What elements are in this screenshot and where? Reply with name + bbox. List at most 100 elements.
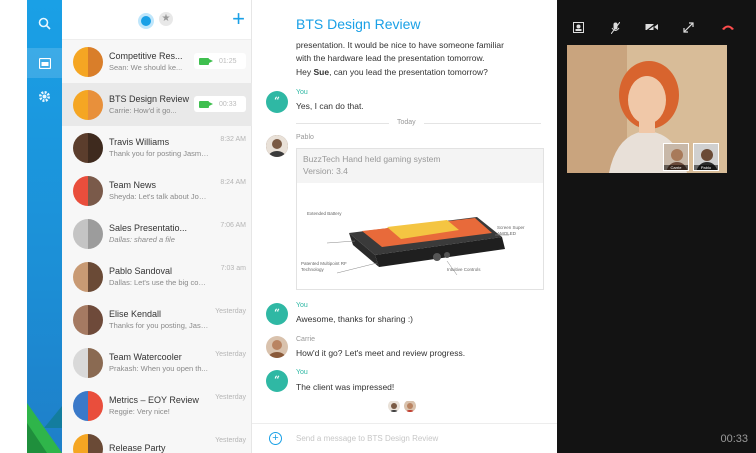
message-text: How'd it go? Let's meet and review progr… bbox=[296, 348, 466, 358]
conversation-title: Release Party bbox=[109, 442, 166, 453]
participant-thumbnail[interactable]: Carrie bbox=[663, 143, 689, 171]
avatar bbox=[73, 347, 103, 378]
conversation-preview: Dallas: shared a file bbox=[109, 235, 175, 244]
callout-label: Patented Multipoint RF Technology bbox=[301, 261, 347, 272]
avatar bbox=[73, 304, 103, 335]
avatar bbox=[266, 336, 288, 358]
conversation-item[interactable]: Metrics – EOY Review Reggie: Very nice! Ye… bbox=[62, 384, 252, 427]
message-text: with the hardware lead the presentation … bbox=[296, 53, 485, 63]
conversation-preview: Thank you for posting Jasmine. bbox=[109, 149, 209, 158]
conversation-item[interactable]: Pablo Sandoval Dallas: Let's use the big … bbox=[62, 255, 252, 298]
avatar bbox=[73, 433, 103, 453]
fullscreen-icon[interactable] bbox=[683, 22, 694, 36]
conversation-time: 7:03 am bbox=[220, 265, 246, 272]
sender-name: You bbox=[296, 369, 308, 376]
call-duration: 01:25 bbox=[219, 57, 237, 65]
active-call-chip[interactable]: 01:25 bbox=[194, 53, 246, 69]
conversation-time: Yesterday bbox=[215, 351, 246, 358]
quote-icon: “ bbox=[266, 370, 288, 392]
conversation-title: Team Watercooler bbox=[109, 352, 182, 362]
active-call-chip[interactable]: 00:33 bbox=[194, 96, 246, 112]
conversation-title: Elise Kendall bbox=[109, 309, 162, 319]
conversation-item[interactable]: Release Party Yesterday bbox=[62, 427, 252, 453]
file-version: Version: 3.4 bbox=[303, 166, 348, 176]
conversation-title: Metrics – EOY Review bbox=[109, 395, 199, 405]
sender-name: You bbox=[296, 302, 308, 309]
message-text: The client was impressed! bbox=[296, 382, 395, 392]
conversation-time: Yesterday bbox=[215, 308, 246, 315]
list-header: ★ + bbox=[62, 0, 251, 40]
conversation-preview: Reggie: Very nice! bbox=[109, 407, 170, 416]
conversation-item[interactable]: Competitive Res... Sean: We should ke... 0… bbox=[62, 40, 252, 83]
conversation-time: 8:24 AM bbox=[220, 179, 246, 186]
message-composer: + Send a message to BTS Design Review bbox=[252, 423, 557, 453]
video-call-panel: Carrie Pablo 00:33 bbox=[557, 0, 756, 453]
avatar bbox=[73, 261, 103, 292]
brand-graphic bbox=[27, 383, 62, 453]
sender-name: Carrie bbox=[296, 336, 316, 343]
star-icon[interactable]: ★ bbox=[159, 12, 173, 26]
call-timer: 00:33 bbox=[720, 433, 748, 445]
settings-icon[interactable] bbox=[27, 81, 62, 111]
left-margin bbox=[0, 0, 27, 453]
participant-thumbnail[interactable]: Pablo bbox=[693, 143, 719, 171]
file-preview-header: BuzzTech Hand held gaming system Version… bbox=[297, 149, 543, 183]
date-divider-label: Today bbox=[389, 119, 424, 126]
avatar bbox=[73, 46, 103, 77]
main-video-feed: Carrie Pablo bbox=[567, 45, 727, 173]
file-preview-card[interactable]: BuzzTech Hand held gaming system Version… bbox=[296, 148, 544, 290]
conversation-item[interactable]: BTS Design Review Carrie: How'd it go... 0… bbox=[62, 83, 252, 126]
conversation-time: 8:32 AM bbox=[220, 136, 246, 143]
conversation-time: 7:06 AM bbox=[220, 222, 246, 229]
hang-up-icon[interactable] bbox=[721, 22, 735, 34]
presence-icon[interactable] bbox=[138, 13, 154, 29]
conversation-preview: Sheyda: Let's talk about Jon... bbox=[109, 192, 209, 201]
conversation-item[interactable]: Sales Presentatio... Dallas: shared a fil… bbox=[62, 212, 252, 255]
search-icon[interactable] bbox=[27, 8, 62, 38]
sender-name: Pablo bbox=[296, 134, 314, 141]
conversation-preview: Thanks for you posting, Jasmine. bbox=[109, 321, 209, 330]
messages-icon[interactable] bbox=[27, 48, 62, 78]
conversation-title: Pablo Sandoval bbox=[109, 266, 173, 276]
sender-name: You bbox=[296, 89, 308, 96]
call-duration: 00:33 bbox=[219, 100, 237, 108]
conversation-item[interactable]: Team News Sheyda: Let's talk about Jon...… bbox=[62, 169, 252, 212]
participants-icon[interactable] bbox=[573, 22, 584, 36]
conversation-time: Yesterday bbox=[215, 437, 246, 444]
video-camera-icon bbox=[199, 100, 213, 108]
message-text: Awesome, thanks for sharing :) bbox=[296, 314, 414, 324]
conversation-time: Yesterday bbox=[215, 394, 246, 401]
thumbnail-label: Pablo bbox=[694, 165, 718, 170]
callout-label: Screen Super AMOLED bbox=[497, 225, 525, 236]
conversation-list: ★ + Competitive Res... Sean: We should ke… bbox=[62, 0, 252, 453]
conversation-title: Sales Presentatio... bbox=[109, 223, 188, 233]
conversation-preview: Prakash: When you open th... bbox=[109, 364, 208, 373]
callout-label: Extended Battery bbox=[307, 211, 342, 216]
avatar bbox=[73, 175, 103, 206]
avatar bbox=[73, 89, 103, 120]
message-text: Yes, I can do that. bbox=[296, 101, 364, 111]
chat-title: BTS Design Review bbox=[296, 16, 421, 32]
camera-off-icon[interactable] bbox=[644, 21, 659, 35]
message-text: Hey Sue, can you lead the presentation t… bbox=[296, 67, 488, 77]
add-attachment-button[interactable]: + bbox=[269, 432, 282, 445]
chat-panel: BTS Design Review presentation. It would… bbox=[252, 0, 557, 453]
avatar bbox=[73, 390, 103, 421]
new-conversation-button[interactable]: + bbox=[232, 8, 245, 30]
message-text: presentation. It would be nice to have s… bbox=[296, 40, 504, 50]
mute-microphone-icon[interactable] bbox=[610, 21, 621, 37]
video-camera-icon bbox=[199, 57, 213, 65]
message-input[interactable]: Send a message to BTS Design Review bbox=[296, 434, 438, 443]
conversation-title: Travis Williams bbox=[109, 137, 170, 147]
avatar bbox=[73, 218, 103, 249]
conversation-item[interactable]: Team Watercooler Prakash: When you open t… bbox=[62, 341, 252, 384]
avatar bbox=[73, 132, 103, 163]
conversation-title: Team News bbox=[109, 180, 157, 190]
thumbnail-label: Carrie bbox=[664, 165, 688, 170]
avatar bbox=[266, 135, 288, 157]
conversation-item[interactable]: Travis Williams Thank you for posting Jas… bbox=[62, 126, 252, 169]
conversation-item[interactable]: Elise Kendall Thanks for you posting, Jas… bbox=[62, 298, 252, 341]
read-receipt-avatar bbox=[404, 400, 416, 412]
quote-icon: “ bbox=[266, 91, 288, 113]
conversation-preview: Dallas: Let's use the big confere... bbox=[109, 278, 209, 287]
